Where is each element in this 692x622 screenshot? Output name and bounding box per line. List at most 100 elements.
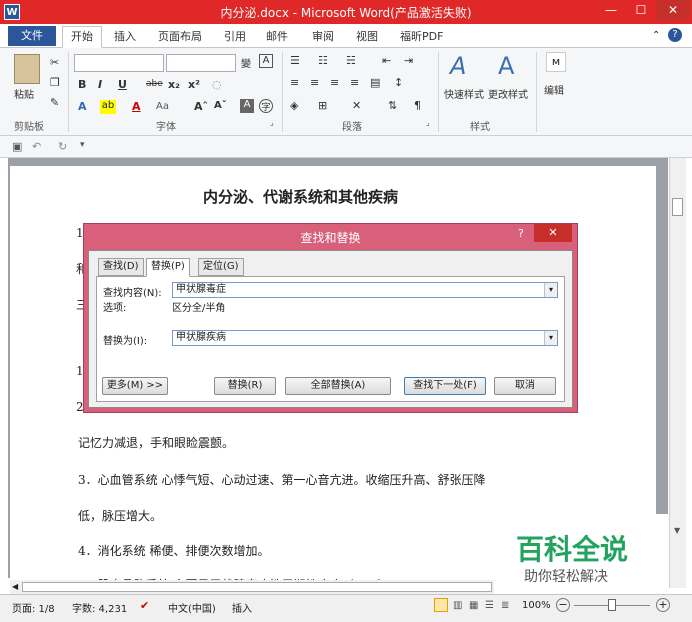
decrease-indent-icon[interactable]: ⇤ — [382, 54, 391, 67]
replace-button[interactable]: 替换(R) — [214, 377, 276, 395]
chinese-layout-icon[interactable]: ✕ — [352, 99, 361, 112]
insert-mode-indicator[interactable]: 插入 — [232, 600, 252, 615]
multilevel-list-icon[interactable]: ☵ — [346, 54, 356, 67]
outline-icon[interactable]: ☰ — [485, 600, 494, 611]
tab-file[interactable]: 文件 — [8, 26, 56, 46]
doc-line: 低，脉压增大。 — [78, 509, 163, 523]
tab-references[interactable]: 引用 — [224, 28, 246, 46]
character-shading-icon[interactable]: A — [240, 99, 254, 113]
print-layout-icon[interactable] — [434, 598, 448, 612]
grow-font-icon[interactable]: Aˆ — [194, 100, 208, 113]
web-layout-icon[interactable]: ▦ — [469, 600, 478, 611]
maximize-button[interactable]: ☐ — [626, 0, 656, 20]
close-window-button[interactable]: ✕ — [656, 0, 690, 20]
align-left-icon[interactable]: ≡ — [290, 76, 299, 89]
justify-icon[interactable]: ≡ — [350, 76, 359, 89]
font-color-icon[interactable]: A — [132, 100, 141, 113]
replace-input[interactable]: 甲状腺疾病 ▾ — [172, 330, 558, 346]
quick-styles-icon[interactable]: A — [450, 52, 466, 80]
text-effects-icon[interactable]: A — [78, 100, 87, 113]
change-styles-label[interactable]: 更改样式 — [488, 86, 528, 101]
enclose-characters-icon[interactable]: 字 — [259, 99, 273, 113]
character-border-icon[interactable]: A — [259, 54, 273, 68]
chevron-down-icon[interactable]: ▾ — [544, 331, 557, 345]
show-marks-icon[interactable]: ¶ — [414, 99, 421, 112]
cut-icon[interactable]: ✂ — [50, 56, 59, 69]
strikethrough-icon[interactable]: abe — [146, 79, 163, 89]
tab-review[interactable]: 审阅 — [312, 28, 334, 46]
tab-page-layout[interactable]: 页面布局 — [158, 28, 202, 46]
tab-foxit-pdf[interactable]: 福昕PDF — [400, 28, 443, 46]
zoom-slider-thumb[interactable] — [608, 599, 616, 611]
scrollbar-thumb[interactable] — [672, 198, 683, 216]
font-size-case-icon[interactable]: Aa — [156, 101, 169, 112]
shrink-font-icon[interactable]: Aˇ — [214, 100, 227, 111]
dialog-close-button[interactable]: ✕ — [534, 224, 572, 242]
font-size-combobox[interactable] — [166, 54, 236, 72]
phonetic-guide-icon[interactable]: 變 — [241, 55, 251, 70]
zoom-out-icon[interactable]: − — [556, 598, 570, 612]
full-screen-reading-icon[interactable]: ▥ — [453, 600, 462, 611]
quick-styles-label[interactable]: 快速样式 — [444, 86, 484, 101]
paragraph-dialog-launcher-icon[interactable]: ⌟ — [426, 118, 430, 127]
paste-label[interactable]: 粘贴 — [14, 86, 34, 101]
numbering-icon[interactable]: ☷ — [318, 54, 328, 67]
find-next-button[interactable]: 查找下一处(F) — [404, 377, 486, 395]
more-button[interactable]: 更多(M) >> — [102, 377, 168, 395]
tab-view[interactable]: 视图 — [356, 28, 378, 46]
tab-insert[interactable]: 插入 — [114, 28, 136, 46]
draft-icon[interactable]: ≣ — [501, 600, 509, 611]
align-right-icon[interactable]: ≡ — [330, 76, 339, 89]
find-icon[interactable]: ᴍ — [546, 52, 566, 72]
editing-label[interactable]: 编辑 — [544, 82, 564, 97]
align-center-icon[interactable]: ≡ — [310, 76, 319, 89]
help-icon[interactable]: ? — [668, 28, 682, 42]
scroll-left-icon[interactable]: ◀ — [12, 582, 18, 591]
italic-icon[interactable]: I — [98, 78, 102, 91]
minimize-button[interactable]: — — [596, 0, 626, 20]
redo-icon[interactable]: ↻ — [58, 140, 67, 153]
tab-goto[interactable]: 定位(G) — [198, 258, 244, 276]
scroll-down-icon[interactable]: ▼ — [674, 526, 680, 535]
undo-icon[interactable]: ↶ — [32, 140, 41, 153]
tab-replace[interactable]: 替换(P) — [146, 258, 190, 277]
font-name-combobox[interactable] — [74, 54, 164, 72]
cancel-button[interactable]: 取消 — [494, 377, 556, 395]
zoom-in-icon[interactable]: + — [656, 598, 670, 612]
chevron-down-icon[interactable]: ▾ — [544, 283, 557, 297]
change-case-icon[interactable]: ◌ — [212, 78, 222, 91]
format-painter-icon[interactable]: ✎ — [50, 96, 59, 109]
tab-find[interactable]: 查找(D) — [98, 258, 144, 276]
save-icon[interactable]: ▣ — [12, 140, 22, 153]
shading-icon[interactable]: ◈ — [290, 99, 298, 112]
increase-indent-icon[interactable]: ⇥ — [404, 54, 413, 67]
subscript-icon[interactable]: x₂ — [168, 78, 180, 91]
horizontal-scroll-thumb[interactable] — [22, 582, 492, 592]
bold-icon[interactable]: B — [78, 78, 86, 91]
customize-qat-icon[interactable]: ▾ — [80, 140, 85, 150]
line-spacing-icon[interactable]: ↕ — [394, 76, 403, 89]
language-indicator[interactable]: 中文(中国) — [168, 600, 216, 615]
copy-icon[interactable]: ❐ — [50, 76, 60, 89]
bullets-icon[interactable]: ☰ — [290, 54, 300, 67]
tab-mailings[interactable]: 邮件 — [266, 28, 288, 46]
change-styles-icon[interactable]: A — [498, 52, 514, 80]
highlight-icon[interactable]: ab — [100, 100, 116, 114]
tab-home[interactable]: 开始 — [62, 26, 102, 48]
font-dialog-launcher-icon[interactable]: ⌟ — [270, 118, 274, 127]
find-input[interactable]: 甲状腺毒症 ▾ — [172, 282, 558, 298]
distributed-icon[interactable]: ▤ — [370, 76, 380, 89]
vertical-scrollbar[interactable] — [669, 158, 686, 588]
ribbon-collapse-icon[interactable]: ⌃ — [652, 30, 660, 41]
zoom-level[interactable]: 100% — [522, 600, 551, 611]
borders-icon[interactable]: ⊞ — [318, 99, 327, 112]
sort-icon[interactable]: ⇅ — [388, 99, 397, 112]
superscript-icon[interactable]: x² — [188, 78, 200, 91]
paste-icon[interactable] — [14, 54, 40, 84]
proofing-icon[interactable]: ✔ — [140, 599, 149, 612]
word-count[interactable]: 字数: 4,231 — [72, 600, 127, 615]
page-count[interactable]: 页面: 1/8 — [12, 600, 55, 615]
replace-all-button[interactable]: 全部替换(A) — [285, 377, 391, 395]
dialog-help-icon[interactable]: ? — [518, 227, 524, 240]
underline-icon[interactable]: U — [118, 78, 127, 91]
